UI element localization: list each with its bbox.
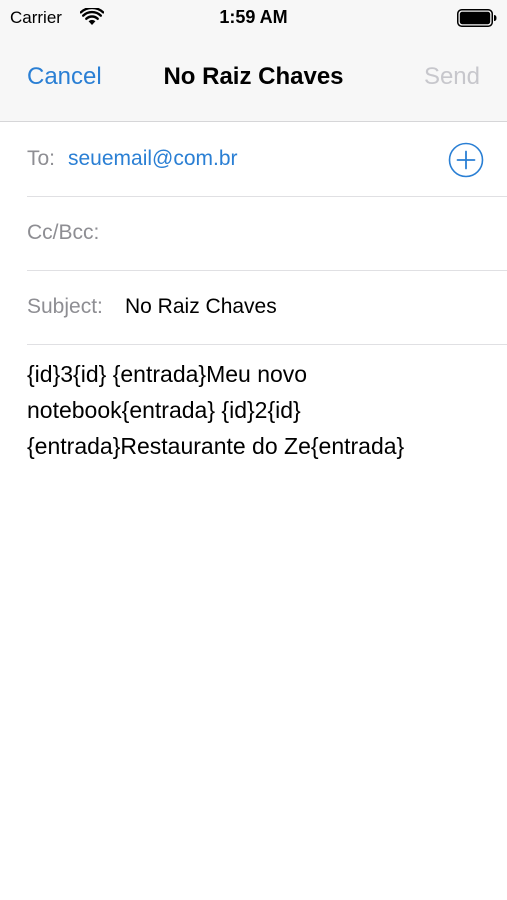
status-bar: Carrier 1:59 AM	[0, 0, 507, 36]
navigation-bar: Cancel No Raiz Chaves Send	[0, 36, 507, 122]
body-line: {id}3{id} {entrada}Meu novo	[27, 361, 308, 387]
subject-label: Subject:	[27, 295, 103, 318]
clock-time: 1:59 AM	[219, 7, 288, 27]
mail-compose-screen: Carrier 1:59 AM Cancel No Raiz Chaves Se…	[0, 0, 507, 900]
to-recipient[interactable]: seuemail@com.br	[68, 147, 238, 171]
add-contact-icon[interactable]	[448, 142, 484, 178]
cc-bcc-label: Cc/Bcc:	[27, 221, 100, 244]
to-label: To:	[27, 147, 56, 170]
body-line: {entrada}Restaurante do Ze{entrada}	[27, 433, 405, 459]
cancel-button[interactable]: Cancel	[27, 63, 102, 91]
to-field-row[interactable]: To: seuemail@com.br	[27, 123, 507, 197]
send-button[interactable]: Send	[424, 63, 480, 91]
battery-icon	[457, 9, 497, 27]
cc-bcc-field-row[interactable]: Cc/Bcc:	[27, 197, 507, 271]
message-body[interactable]: {id}3{id} {entrada}Meu novo notebook{ent…	[27, 356, 487, 464]
subject-field-row[interactable]: Subject: No Raiz Chaves	[27, 271, 507, 345]
body-line: notebook{entrada} {id}2{id}	[27, 397, 301, 423]
cc-bcc-input[interactable]	[115, 217, 487, 247]
subject-input[interactable]: No Raiz Chaves	[125, 295, 277, 319]
